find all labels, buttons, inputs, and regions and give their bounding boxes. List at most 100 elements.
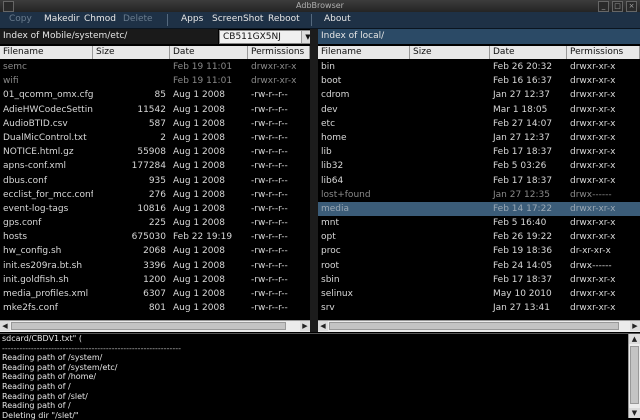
col-permissions[interactable]: Permissions <box>567 46 640 59</box>
file-row[interactable]: selinux May 10 2010 drwxr-xr-x <box>318 287 640 301</box>
file-date: Feb 26 19:22 <box>493 232 553 243</box>
local-file-panel: Index of local/ Filename Size Date Permi… <box>318 29 640 332</box>
col-filename[interactable]: Filename <box>0 46 93 59</box>
col-date[interactable]: Date <box>490 46 567 59</box>
screenshot-button[interactable]: ScreenShot <box>212 14 263 24</box>
file-date: Jan 27 12:35 <box>493 189 550 200</box>
panel-splitter[interactable] <box>310 29 318 332</box>
scroll-thumb[interactable] <box>329 322 619 330</box>
file-row[interactable]: cdrom Jan 27 12:37 drwxr-xr-x <box>318 88 640 102</box>
device-select[interactable]: CB511GX5NJ ▼ <box>219 30 310 44</box>
scroll-left-icon[interactable]: ◀ <box>0 321 10 331</box>
file-row[interactable]: root Feb 24 14:05 drwx------ <box>318 259 640 273</box>
file-row[interactable]: AdieHWCodecSetting 11542 Aug 1 2008 -rw-r--… <box>0 103 310 117</box>
file-row[interactable]: bin Feb 26 20:32 drwxr-xr-x <box>318 60 640 74</box>
file-row[interactable]: DualMicControl.txt 2 Aug 1 2008 -rw-r--r-- <box>0 131 310 145</box>
file-size <box>410 188 490 202</box>
file-row[interactable]: media_profiles.xml 6307 Aug 1 2008 -rw-r--r… <box>0 287 310 301</box>
log-vertical-scrollbar[interactable]: ▲ ▼ <box>628 334 640 418</box>
log-lines: sdcard/CBDV1.txt" (---------------------… <box>0 334 640 420</box>
file-row[interactable]: lost+found Jan 27 12:35 drwx------ <box>318 188 640 202</box>
file-row[interactable]: wifi Feb 19 11:01 drwxr-xr-x <box>0 74 310 88</box>
file-date: Feb 19 18:36 <box>493 246 553 257</box>
makedir-button[interactable]: Makedir <box>44 14 80 24</box>
copy-button[interactable]: Copy <box>9 14 32 24</box>
file-row[interactable]: opt Feb 26 19:22 drwxr-xr-x <box>318 230 640 244</box>
file-size: 225 <box>148 218 166 229</box>
file-size: 55908 <box>137 147 166 158</box>
file-row[interactable]: 01_qcomm_omx.cfg 85 Aug 1 2008 -rw-r--r-- <box>0 88 310 102</box>
file-row[interactable]: lib Feb 17 18:37 drwxr-xr-x <box>318 145 640 159</box>
local-horizontal-scrollbar[interactable]: ◀ ▶ <box>318 320 640 332</box>
file-row[interactable]: gps.conf 225 Aug 1 2008 -rw-r--r-- <box>0 216 310 230</box>
scroll-left-icon[interactable]: ◀ <box>318 321 328 331</box>
col-filename[interactable]: Filename <box>318 46 410 59</box>
chevron-down-icon[interactable]: ▼ <box>301 31 310 43</box>
file-row[interactable]: init.es209ra.bt.sh 3396 Aug 1 2008 -rw-r--r… <box>0 259 310 273</box>
file-row[interactable]: media Feb 14 17:22 drwxr-xr-x <box>318 201 640 217</box>
file-permissions: -rw-r--r-- <box>251 203 288 214</box>
close-icon[interactable]: × <box>626 1 637 12</box>
file-size <box>410 159 490 173</box>
file-row[interactable]: ecclist_for_mcc.conf 276 Aug 1 2008 -rw-r--… <box>0 188 310 202</box>
file-row[interactable]: dev Mar 1 18:05 drwxr-xr-x <box>318 103 640 117</box>
file-name: init.goldfish.sh <box>3 274 69 285</box>
reboot-button[interactable]: Reboot <box>268 14 300 24</box>
file-date: Aug 1 2008 <box>173 132 225 143</box>
file-size: 1200 <box>143 274 166 285</box>
file-row[interactable]: mke2fs.conf 801 Aug 1 2008 -rw-r--r-- <box>0 301 310 315</box>
file-row[interactable]: home Jan 27 12:37 drwxr-xr-x <box>318 131 640 145</box>
file-name: DualMicControl.txt <box>3 132 87 143</box>
file-name: hw_config.sh <box>3 246 62 257</box>
apps-button[interactable]: Apps <box>181 14 203 24</box>
file-row[interactable]: etc Feb 27 14:07 drwxr-xr-x <box>318 117 640 131</box>
file-size <box>410 88 490 102</box>
delete-button[interactable]: Delete <box>123 14 153 24</box>
file-row[interactable]: boot Feb 16 16:37 drwxr-xr-x <box>318 74 640 88</box>
file-row[interactable]: init.goldfish.sh 1200 Aug 1 2008 -rw-r--r-- <box>0 273 310 287</box>
maximize-icon[interactable]: □ <box>612 1 623 12</box>
scroll-right-icon[interactable]: ▶ <box>630 321 640 331</box>
file-name: dbus.conf <box>3 175 48 186</box>
file-permissions: -rw-r--r-- <box>251 175 288 186</box>
chmod-button[interactable]: Chmod <box>84 14 116 24</box>
file-name: ecclist_for_mcc.conf <box>3 189 93 200</box>
scroll-thumb[interactable] <box>630 346 639 404</box>
file-row[interactable]: lib64 Feb 17 18:37 drwxr-xr-x <box>318 174 640 188</box>
col-size[interactable]: Size <box>93 46 170 59</box>
file-row[interactable]: mnt Feb 5 16:40 drwxr-xr-x <box>318 216 640 230</box>
file-permissions: -rw-r--r-- <box>251 232 288 243</box>
file-permissions: drwxr-xr-x <box>570 161 616 172</box>
col-size[interactable]: Size <box>410 46 490 59</box>
file-size: 11542 <box>137 104 166 115</box>
file-date: Feb 17 18:37 <box>493 274 553 285</box>
file-row[interactable]: proc Feb 19 18:36 dr-xr-xr-x <box>318 244 640 258</box>
file-date: Aug 1 2008 <box>173 289 225 299</box>
file-permissions: -rw-r--r-- <box>251 90 288 101</box>
col-permissions[interactable]: Permissions <box>248 46 310 59</box>
scroll-right-icon[interactable]: ▶ <box>300 321 310 331</box>
file-row[interactable]: NOTICE.html.gz 55908 Aug 1 2008 -rw-r--r-- <box>0 145 310 159</box>
col-date[interactable]: Date <box>170 46 248 59</box>
file-size: 3396 <box>143 260 166 271</box>
file-row[interactable]: srv Jan 27 13:41 drwxr-xr-x <box>318 301 640 315</box>
file-size <box>410 216 490 230</box>
file-date: Feb 27 14:07 <box>493 118 553 129</box>
file-row[interactable]: lib32 Feb 5 03:26 drwxr-xr-x <box>318 159 640 173</box>
file-row[interactable]: dbus.conf 935 Aug 1 2008 -rw-r--r-- <box>0 174 310 188</box>
file-size <box>410 131 490 145</box>
file-date: Aug 1 2008 <box>173 260 225 271</box>
file-row[interactable]: hw_config.sh 2068 Aug 1 2008 -rw-r--r-- <box>0 244 310 258</box>
scroll-thumb[interactable] <box>11 322 286 330</box>
file-size: 10816 <box>137 203 166 214</box>
about-button[interactable]: About <box>324 14 351 24</box>
file-row[interactable]: hosts 675030 Feb 22 19:19 -rw-r--r-- <box>0 230 310 244</box>
file-row[interactable]: sbin Feb 17 18:37 drwxr-xr-x <box>318 273 640 287</box>
file-row[interactable]: semc Feb 19 11:01 drwxr-xr-x <box>0 60 310 74</box>
file-row[interactable]: AudioBTID.csv 587 Aug 1 2008 -rw-r--r-- <box>0 117 310 131</box>
scroll-up-icon[interactable]: ▲ <box>629 334 640 344</box>
device-horizontal-scrollbar[interactable]: ◀ ▶ <box>0 320 310 332</box>
file-row[interactable]: apns-conf.xml 177284 Aug 1 2008 -rw-r--r-- <box>0 159 310 173</box>
minimize-icon[interactable]: _ <box>598 1 609 12</box>
file-row[interactable]: event-log-tags 10816 Aug 1 2008 -rw-r--r-- <box>0 202 310 216</box>
